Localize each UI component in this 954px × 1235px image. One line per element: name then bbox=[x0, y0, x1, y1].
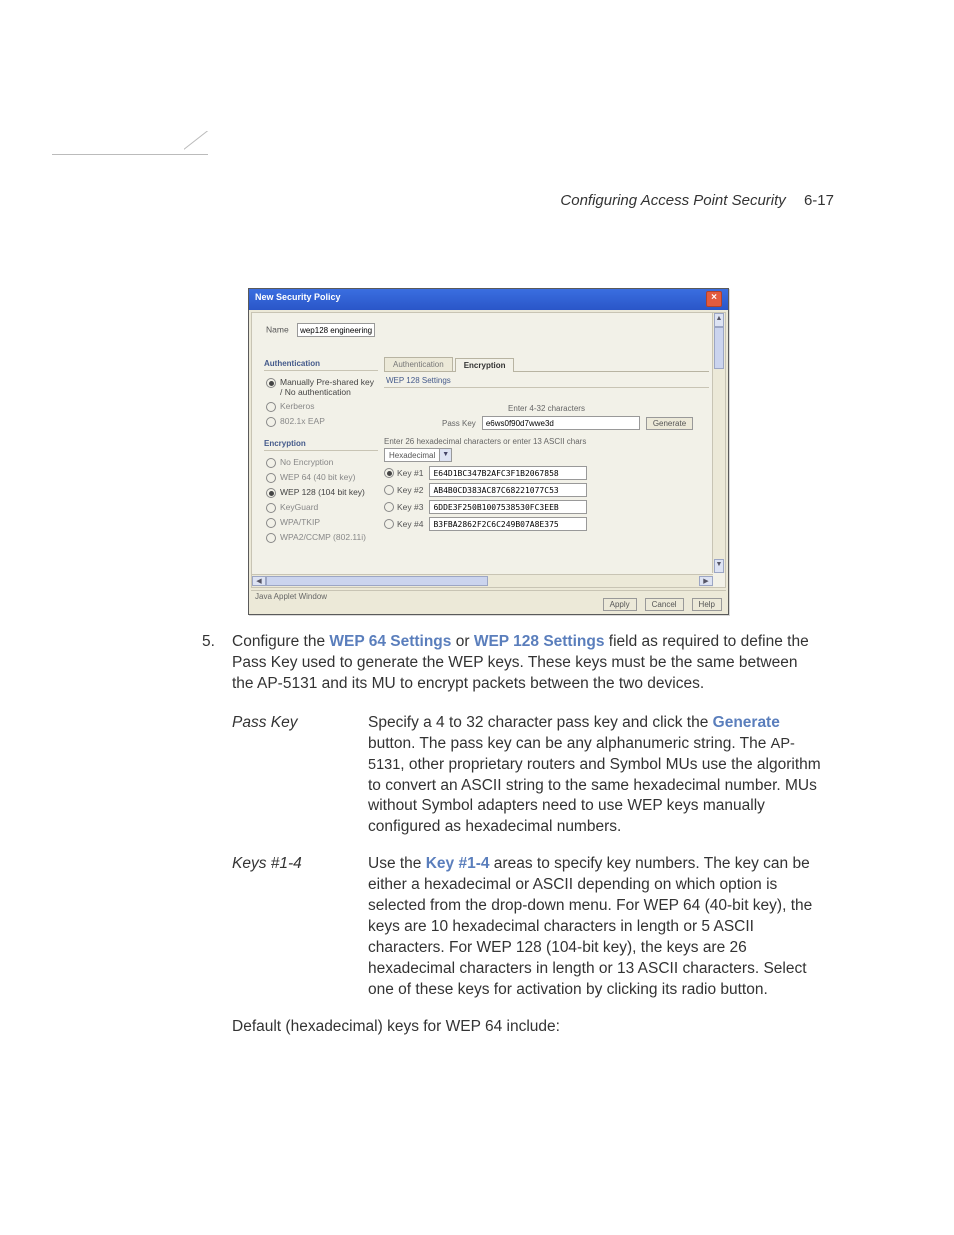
enc-radio-label: WPA2/CCMP (802.11i) bbox=[280, 532, 366, 542]
enc-section-title: Encryption bbox=[264, 437, 378, 451]
radio-icon bbox=[384, 502, 394, 512]
close-icon[interactable]: × bbox=[706, 291, 722, 307]
auth-radio-label: 802.1x EAP bbox=[280, 416, 325, 426]
radio-icon bbox=[266, 518, 276, 528]
key-label: Key #1 bbox=[397, 468, 423, 478]
text: Use the bbox=[368, 855, 426, 872]
scroll-right-icon[interactable]: ▶ bbox=[699, 576, 713, 586]
text: Specify a 4 to 32 character pass key and… bbox=[368, 714, 713, 731]
def-term: Pass Key bbox=[232, 713, 368, 839]
page-number: 6-17 bbox=[804, 192, 834, 209]
radio-icon bbox=[384, 485, 394, 495]
radio-icon bbox=[266, 417, 276, 427]
hex-instruction: Enter 26 hexadecimal characters or enter… bbox=[384, 433, 709, 448]
auth-section-title: Authentication bbox=[264, 357, 378, 371]
text: or bbox=[451, 633, 473, 650]
key2-radio[interactable]: Key #2 bbox=[384, 485, 423, 495]
generate-button[interactable]: Generate bbox=[646, 417, 693, 430]
radio-icon bbox=[266, 533, 276, 543]
scroll-thumb[interactable] bbox=[266, 576, 488, 586]
policy-name-input[interactable] bbox=[297, 323, 375, 337]
def-keys: Keys #1-4 Use the Key #1-4 areas to spec… bbox=[232, 854, 822, 1000]
text: Configure the bbox=[232, 633, 329, 650]
key-label: Key #2 bbox=[397, 485, 423, 495]
step-text: Configure the WEP 64 Settings or WEP 128… bbox=[232, 632, 822, 695]
enc-radio-wpa2ccmp[interactable]: WPA2/CCMP (802.11i) bbox=[264, 530, 378, 545]
radio-icon bbox=[266, 458, 276, 468]
key3-radio[interactable]: Key #3 bbox=[384, 502, 423, 512]
cancel-button[interactable]: Cancel bbox=[645, 598, 684, 611]
apply-button[interactable]: Apply bbox=[603, 598, 637, 611]
enc-radio-label: No Encryption bbox=[280, 457, 333, 467]
format-dropdown[interactable]: Hexadecimal ▼ bbox=[384, 448, 452, 462]
horizontal-scrollbar[interactable]: ◀ ▶ bbox=[252, 574, 713, 587]
chevron-down-icon: ▼ bbox=[439, 449, 451, 461]
auth-radio-label: Manually Pre-shared key / No authenticat… bbox=[280, 377, 378, 397]
scroll-down-icon[interactable]: ▼ bbox=[714, 559, 724, 573]
def-desc: Specify a 4 to 32 character pass key and… bbox=[368, 713, 822, 839]
key-label: Key #3 bbox=[397, 502, 423, 512]
help-button[interactable]: Help bbox=[692, 598, 722, 611]
vertical-scrollbar[interactable]: ▲ ▼ bbox=[712, 313, 725, 573]
enc-radio-wep128[interactable]: WEP 128 (104 bit key) bbox=[264, 485, 378, 500]
radio-icon bbox=[266, 402, 276, 412]
security-policy-window: New Security Policy × Name Authenticatio… bbox=[248, 288, 729, 615]
passkey-input[interactable] bbox=[482, 416, 640, 430]
tab-authentication[interactable]: Authentication bbox=[384, 357, 453, 371]
enc-radio-wep64[interactable]: WEP 64 (40 bit key) bbox=[264, 470, 378, 485]
def-desc: Use the Key #1-4 areas to specify key nu… bbox=[368, 854, 822, 1000]
wep128-settings-link: WEP 128 Settings bbox=[474, 633, 605, 650]
format-dropdown-label: Hexadecimal bbox=[385, 451, 439, 460]
radio-icon bbox=[384, 519, 394, 529]
passkey-label: Pass Key bbox=[400, 419, 482, 428]
scroll-thumb[interactable] bbox=[714, 327, 724, 369]
header-diagonal bbox=[184, 131, 262, 209]
passkey-instruction: Enter 4-32 characters bbox=[384, 404, 709, 413]
def-term: Keys #1-4 bbox=[232, 854, 368, 1000]
key4-input[interactable] bbox=[429, 517, 587, 531]
scroll-left-icon[interactable]: ◀ bbox=[252, 576, 266, 586]
name-label: Name bbox=[266, 325, 289, 335]
text: , other proprietary routers and Symbol M… bbox=[368, 756, 821, 836]
scroll-up-icon[interactable]: ▲ bbox=[714, 313, 724, 327]
wep64-settings-link: WEP 64 Settings bbox=[329, 633, 451, 650]
enc-radio-label: WEP 128 (104 bit key) bbox=[280, 487, 365, 497]
key2-input[interactable] bbox=[429, 483, 587, 497]
key1-input[interactable] bbox=[429, 466, 587, 480]
enc-radio-none[interactable]: No Encryption bbox=[264, 455, 378, 470]
enc-radio-keyguard[interactable]: KeyGuard bbox=[264, 500, 378, 515]
text: button. The pass key can be any alphanum… bbox=[368, 735, 771, 752]
step-5: 5. Configure the WEP 64 Settings or WEP … bbox=[202, 632, 822, 695]
def-passkey: Pass Key Specify a 4 to 32 character pas… bbox=[232, 713, 822, 839]
auth-radio-label: Kerberos bbox=[280, 401, 315, 411]
enc-radio-label: WPA/TKIP bbox=[280, 517, 320, 527]
radio-icon bbox=[266, 473, 276, 483]
key1-radio[interactable]: Key #1 bbox=[384, 468, 423, 478]
auth-radio-preshared[interactable]: Manually Pre-shared key / No authenticat… bbox=[264, 375, 378, 399]
step-number: 5. bbox=[202, 632, 232, 695]
radio-icon bbox=[266, 503, 276, 513]
key3-input[interactable] bbox=[429, 500, 587, 514]
text: areas to specify key numbers. The key ca… bbox=[368, 855, 812, 998]
key-label: Key #4 bbox=[397, 519, 423, 529]
closing-text: Default (hexadecimal) keys for WEP 64 in… bbox=[232, 1017, 822, 1038]
window-titlebar[interactable]: New Security Policy × bbox=[249, 289, 728, 310]
auth-radio-8021x[interactable]: 802.1x EAP bbox=[264, 414, 378, 429]
tab-encryption[interactable]: Encryption bbox=[455, 358, 515, 372]
enc-radio-label: KeyGuard bbox=[280, 502, 318, 512]
running-head: Configuring Access Point Security 6-17 bbox=[560, 192, 834, 209]
wep-settings-title: WEP 128 Settings bbox=[384, 372, 709, 388]
radio-icon bbox=[266, 488, 276, 498]
running-title: Configuring Access Point Security bbox=[560, 192, 785, 209]
radio-icon bbox=[384, 468, 394, 478]
key4-radio[interactable]: Key #4 bbox=[384, 519, 423, 529]
key14-link: Key #1-4 bbox=[426, 855, 490, 872]
window-title: New Security Policy bbox=[255, 292, 341, 310]
generate-link: Generate bbox=[713, 714, 780, 731]
auth-radio-kerberos[interactable]: Kerberos bbox=[264, 399, 378, 414]
enc-radio-wpatkip[interactable]: WPA/TKIP bbox=[264, 515, 378, 530]
radio-icon bbox=[266, 378, 276, 388]
enc-radio-label: WEP 64 (40 bit key) bbox=[280, 472, 355, 482]
